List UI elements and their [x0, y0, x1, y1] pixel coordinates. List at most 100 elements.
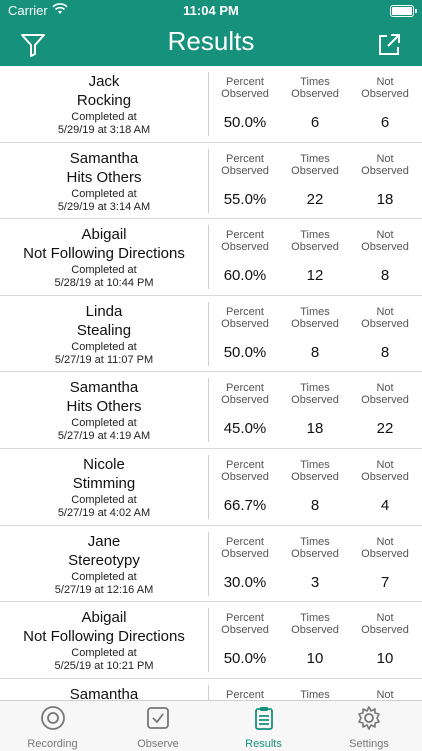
percent-observed-value: 30.0% [223, 573, 267, 591]
recording-icon [40, 706, 66, 735]
results-icon [251, 707, 277, 735]
row-divider [208, 684, 209, 700]
tab-settings[interactable]: Settings [317, 705, 422, 750]
result-summary: Linda Stealing Completed at 5/27/19 at 1… [0, 296, 208, 367]
row-divider [208, 72, 209, 136]
completed-date: 5/27/19 at 4:02 AM [57, 506, 151, 519]
row-divider [208, 301, 209, 366]
percent-observed-column: Percent Observed 50.0% [210, 76, 280, 131]
percent-observed-value: 50.0% [223, 114, 267, 131]
student-name: Linda [85, 302, 123, 320]
clock: 11:04 PM [183, 3, 239, 18]
result-row[interactable]: Samantha Hits Others Completed at 5/27/1… [0, 372, 422, 449]
result-row[interactable]: Jane Stereotypy Completed at 5/27/19 at … [0, 526, 422, 603]
percent-observed-value: 50.0% [223, 650, 267, 668]
result-summary: Nicole Stimming Completed at 5/27/19 at … [0, 449, 208, 520]
tab-observe[interactable]: Observe [106, 705, 211, 750]
behavior-name: Rocking [76, 92, 132, 109]
percent-observed-label: PercentObserved [221, 229, 269, 254]
row-divider [208, 608, 209, 673]
result-row[interactable]: Samantha Hits Others PercentObserved Tim… [0, 679, 422, 700]
percent-observed-label: PercentObserved [221, 76, 269, 100]
result-row[interactable]: Samantha Hits Others Completed at 5/29/1… [0, 143, 422, 220]
not-observed-label: NotObserved [361, 612, 409, 637]
not-observed-value: 7 [380, 573, 390, 591]
not-observed-label: NotObserved [376, 688, 394, 700]
not-observed-column: Not Observed 18 [350, 153, 420, 208]
percent-observed-column: Percent Observed 30.0% [210, 536, 280, 591]
student-name: Samantha [69, 685, 139, 700]
completed-label: Completed at [71, 340, 137, 353]
tab-results[interactable]: Results [211, 705, 316, 750]
row-divider [208, 225, 209, 290]
not-observed-value: 22 [376, 420, 394, 438]
result-summary: Abigail Not Following Directions Complet… [0, 219, 208, 290]
student-name: Abigail [81, 609, 127, 627]
completed-date: 5/29/19 at 3:14 AM [57, 200, 151, 213]
result-summary: Jane Stereotypy Completed at 5/27/19 at … [0, 526, 208, 597]
not-observed-value: 18 [376, 190, 394, 208]
tab-label: Observe [137, 738, 179, 750]
times-observed-value: 22 [306, 190, 324, 208]
student-name: Jane [87, 532, 121, 550]
result-summary: Abigail Not Following Directions Complet… [0, 602, 208, 673]
times-observed-column: Times Observed 12 [280, 229, 350, 284]
completed-label: Completed at [71, 647, 137, 660]
result-row[interactable]: Jack Rocking Completed at 5/29/19 at 3:1… [0, 66, 422, 143]
times-observed-column: TimesObserved [280, 689, 350, 700]
student-name: Abigail [81, 226, 127, 244]
not-observed-column: NotObserved [350, 689, 420, 700]
result-row[interactable]: Abigail Not Following Directions Complet… [0, 602, 422, 679]
percent-observed-column: Percent Observed 60.0% [210, 229, 280, 284]
behavior-name: Not Following Directions [23, 628, 185, 646]
times-observed-value: 8 [310, 343, 320, 361]
times-observed-label: TimesObserved [291, 458, 339, 483]
times-observed-label: TimesObserved [291, 535, 339, 560]
completed-date: 5/25/19 at 10:21 PM [54, 660, 154, 673]
times-observed-label: TimesObserved [291, 382, 339, 407]
times-observed-column: Times Observed 8 [280, 306, 350, 361]
times-observed-value: 12 [306, 267, 324, 285]
times-observed-column: Times Observed 18 [280, 382, 350, 437]
not-observed-label: NotObserved [361, 305, 409, 330]
percent-observed-value: 50.0% [223, 343, 267, 361]
times-observed-column: Times Observed 22 [280, 153, 350, 208]
completed-label: Completed at [71, 111, 137, 123]
percent-observed-value: 66.7% [223, 496, 267, 514]
times-observed-value: 6 [310, 114, 320, 131]
completed-label: Completed at [71, 417, 137, 430]
tab-label: Results [245, 738, 282, 750]
tab-recording[interactable]: Recording [0, 705, 105, 750]
observe-icon [145, 707, 171, 735]
row-divider [208, 378, 209, 443]
times-observed-value: 3 [310, 573, 320, 591]
top-bar: Carrier 11:04 PM Results [0, 0, 422, 66]
not-observed-column: Not Observed 7 [350, 536, 420, 591]
not-observed-column: Not Observed 8 [350, 229, 420, 284]
completed-date: 5/27/19 at 12:16 AM [54, 583, 154, 596]
not-observed-label: NotObserved [361, 535, 409, 560]
times-observed-label: TimesObserved [291, 76, 339, 100]
result-row[interactable]: Nicole Stimming Completed at 5/27/19 at … [0, 449, 422, 526]
completed-label: Completed at [71, 570, 137, 583]
behavior-name: Stealing [76, 321, 132, 339]
not-observed-column: Not Observed 6 [350, 76, 420, 131]
result-row[interactable]: Linda Stealing Completed at 5/27/19 at 1… [0, 296, 422, 373]
completed-date: 5/28/19 at 10:44 PM [54, 277, 154, 290]
percent-observed-column: Percent Observed 45.0% [210, 382, 280, 437]
not-observed-column: Not Observed 8 [350, 306, 420, 361]
behavior-name: Hits Others [66, 168, 142, 186]
percent-observed-value: 45.0% [223, 420, 267, 438]
percent-observed-column: Percent Observed 50.0% [210, 306, 280, 361]
results-list[interactable]: Jack Rocking Completed at 5/29/19 at 3:1… [0, 66, 422, 700]
behavior-name: Hits Others [66, 398, 142, 416]
not-observed-value: 6 [380, 114, 390, 131]
export-icon[interactable] [376, 32, 402, 58]
settings-icon [356, 706, 382, 735]
result-summary: Samantha Hits Others Completed at 5/29/1… [0, 143, 208, 214]
percent-observed-label: PercentObserved [221, 382, 269, 407]
row-divider [208, 148, 209, 213]
percent-observed-column: Percent Observed 50.0% [210, 612, 280, 667]
times-observed-column: Times Observed 10 [280, 612, 350, 667]
result-row[interactable]: Abigail Not Following Directions Complet… [0, 219, 422, 296]
